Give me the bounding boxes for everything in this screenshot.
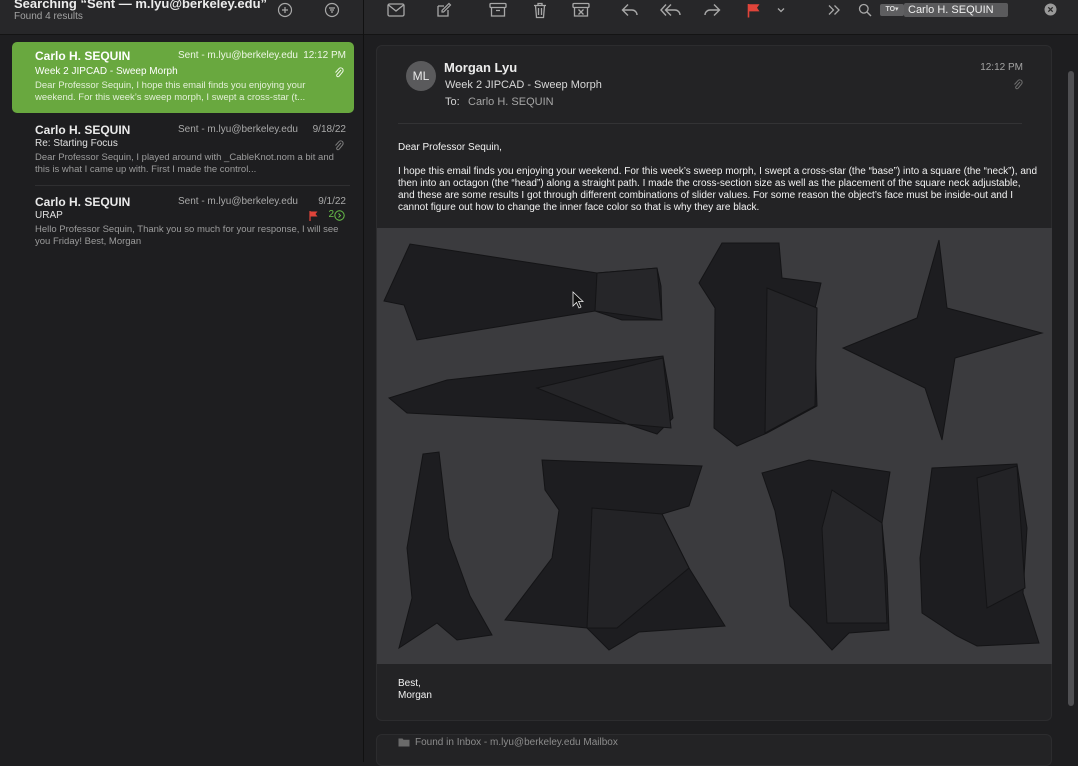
- message-date: 12:12 PM: [303, 50, 346, 61]
- list-separator: [35, 185, 350, 186]
- search-icon: [858, 3, 872, 17]
- attached-image-sweep-morphs[interactable]: [377, 228, 1052, 664]
- toolbar: TO▾ Carlo H. SEQUIN: [364, 0, 1078, 35]
- flag-menu-icon[interactable]: [744, 0, 764, 20]
- message-account: Sent - m.lyu@berkeley.edu: [177, 196, 298, 207]
- compose-icon[interactable]: [432, 0, 456, 20]
- message-item-selected[interactable]: Carlo H. SEQUIN Sent - m.lyu@berkeley.ed…: [12, 42, 354, 113]
- message-preview: Dear Professor Sequin, I hope this email…: [35, 80, 306, 103]
- flag-dropdown-chevron-icon[interactable]: [774, 0, 788, 20]
- email-time: 12:12 PM: [980, 62, 1023, 73]
- email-sender[interactable]: Morgan Lyu: [444, 60, 517, 75]
- recipient-name[interactable]: Carlo H. SEQUIN: [468, 96, 554, 108]
- found-in-mailbox-card[interactable]: Found in Inbox - m.lyu@berkeley.edu Mail…: [376, 734, 1052, 766]
- junk-icon[interactable]: [569, 0, 593, 20]
- email-subject: Week 2 JIPCAD - Sweep Morph: [445, 79, 602, 91]
- message-date: 9/18/22: [312, 124, 346, 135]
- folder-icon: [398, 738, 410, 747]
- message-item[interactable]: Carlo H. SEQUIN Sent - m.lyu@berkeley.ed…: [12, 116, 354, 184]
- search-scope-menu[interactable]: TO▾: [880, 4, 904, 16]
- email-signature: Morgan: [398, 690, 432, 701]
- search-title: Searching “Sent — m.lyu@berkeley.edu”: [14, 0, 268, 11]
- flag-icon: [309, 211, 318, 221]
- clear-search-icon[interactable]: [1044, 3, 1057, 16]
- message-subject: Re: Starting Focus: [35, 138, 118, 149]
- message-sender: Carlo H. SEQUIN: [35, 49, 131, 63]
- email-closing: Best,: [398, 678, 421, 689]
- forward-icon[interactable]: [700, 0, 724, 20]
- message-subject: Week 2 JIPCAD - Sweep Morph: [35, 66, 178, 77]
- avatar: ML: [406, 61, 436, 91]
- to-label: To:: [445, 96, 460, 108]
- found-in-label: Found in Inbox - m.lyu@berkeley.edu Mail…: [415, 737, 618, 748]
- filter-icon[interactable]: [321, 0, 343, 20]
- message-preview: Hello Professor Sequin, Thank you so muc…: [35, 224, 339, 247]
- email-greeting: Dear Professor Sequin,: [398, 142, 502, 153]
- message-preview: Dear Professor Sequin, I played around w…: [35, 152, 334, 175]
- message-sender: Carlo H. SEQUIN: [35, 195, 131, 209]
- scrollbar[interactable]: [1068, 71, 1074, 706]
- result-count: Found 4 results: [14, 11, 83, 22]
- message-sender: Carlo H. SEQUIN: [35, 123, 131, 137]
- message-item[interactable]: Carlo H. SEQUIN Sent - m.lyu@berkeley.ed…: [12, 188, 354, 256]
- compose-plus-icon[interactable]: [274, 0, 296, 20]
- message-list-header: Searching “Sent — m.lyu@berkeley.edu” Fo…: [0, 0, 363, 35]
- more-toolbar-chevron-icon[interactable]: [824, 0, 844, 20]
- sweep-morph-shapes: [383, 239, 1044, 651]
- archive-icon[interactable]: [486, 0, 510, 20]
- reply-icon[interactable]: [618, 0, 642, 20]
- message-account: Sent - m.lyu@berkeley.edu: [177, 124, 298, 135]
- get-mail-envelope-icon[interactable]: [384, 0, 408, 20]
- header-divider: [398, 123, 1022, 124]
- email-paragraph: I hope this email finds you enjoying you…: [398, 166, 1038, 213]
- message-account: Sent - m.lyu@berkeley.edu: [177, 50, 298, 61]
- message-list-pane: Searching “Sent — m.lyu@berkeley.edu” Fo…: [0, 0, 364, 762]
- search-field[interactable]: TO▾ Carlo H. SEQUIN: [852, 0, 1065, 20]
- message-viewer: ML Morgan Lyu Week 2 JIPCAD - Sweep Morp…: [364, 35, 1078, 766]
- trash-icon[interactable]: [528, 0, 552, 20]
- attachment-icon: [335, 67, 344, 78]
- search-token[interactable]: Carlo H. SEQUIN: [904, 3, 1008, 17]
- message-subject: URAP: [35, 210, 63, 221]
- message-date: 9/1/22: [318, 196, 346, 207]
- attachment-icon: [335, 140, 344, 151]
- thread-chevron-icon: [334, 210, 345, 221]
- attachment-icon: [1014, 79, 1023, 90]
- reply-all-icon[interactable]: [658, 0, 684, 20]
- email-card: ML Morgan Lyu Week 2 JIPCAD - Sweep Morp…: [376, 45, 1052, 721]
